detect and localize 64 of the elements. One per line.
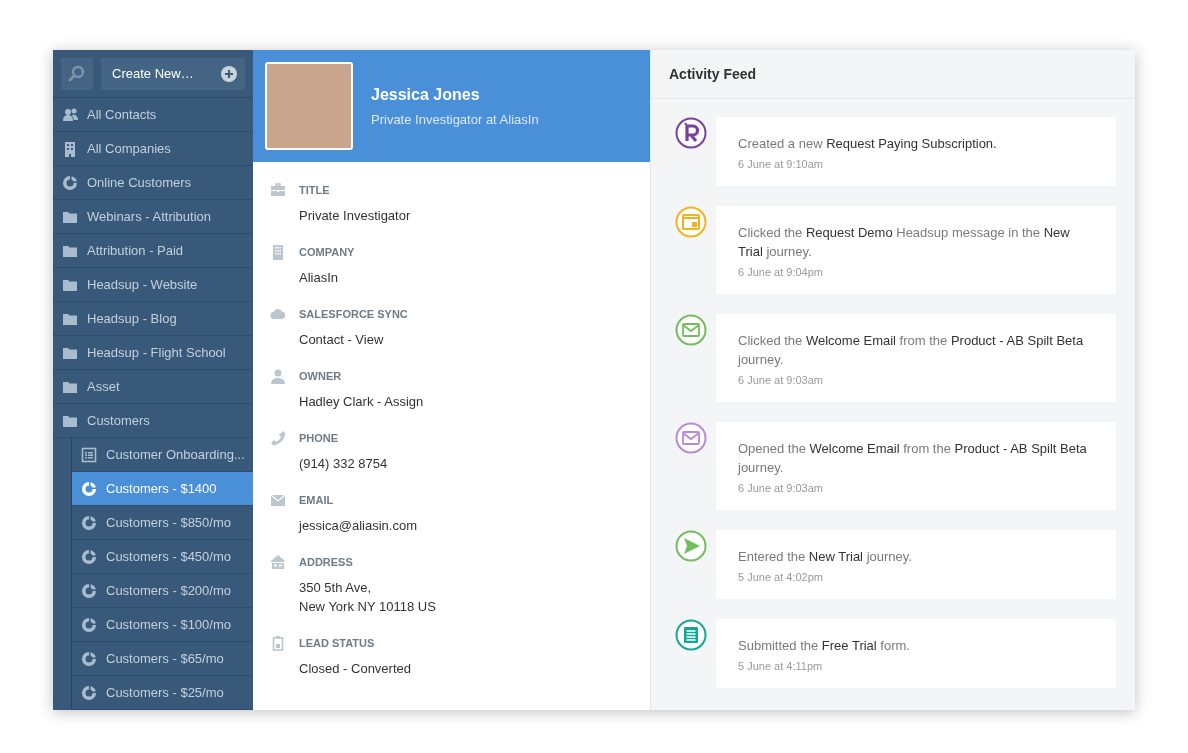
contact-subtitle: Private Investigator at AliasIn (371, 111, 539, 127)
segment-ring-icon (62, 174, 78, 191)
battery-icon (270, 635, 286, 651)
segment-ring-icon (81, 480, 97, 497)
activity-text: Entered the New Trial journey. (738, 548, 913, 566)
activity-time: 5 June at 4:02pm (738, 571, 824, 583)
field-value: (914) 332 8754 (299, 455, 389, 473)
building-icon (62, 140, 78, 157)
field-value: 350 5th Ave, New York NY 10118 US (299, 579, 437, 616)
person-icon (270, 368, 286, 384)
briefcase-icon (270, 182, 286, 198)
activity-text: Created a new Request Paying Subscription. (738, 135, 998, 153)
segment-ring-icon (81, 650, 97, 667)
sidebar-item[interactable]: Headsup - Flight School (53, 336, 253, 370)
search-button[interactable] (61, 57, 93, 90)
activity-text: Clicked the Welcome Email from the Product - AB Spilt Beta journey. (738, 332, 1085, 369)
building-icon (270, 244, 286, 260)
create-new-button[interactable]: Create New… (101, 57, 245, 90)
field-value: jessica@aliasin.com (299, 517, 418, 535)
cloud-icon (270, 306, 286, 322)
activity-time: 6 June at 9:03am (738, 374, 824, 386)
envelope-icon (270, 492, 286, 508)
activity-time: 6 June at 9:04pm (738, 266, 824, 278)
plus-icon (221, 65, 237, 82)
search-icon (68, 64, 86, 83)
field-label: LEAD STATUS (299, 637, 375, 649)
activity-time: 5 June at 4:11pm (738, 660, 824, 672)
field-label: SALESFORCE SYNC (299, 308, 408, 320)
sidebar-item[interactable]: Headsup - Blog (53, 302, 253, 336)
field-value: Contact - View (299, 331, 385, 349)
field-label: ADDRESS (299, 556, 353, 568)
field-label: PHONE (299, 432, 339, 444)
field-label: COMPANY (299, 246, 355, 258)
contact-name: Jessica Jones (371, 85, 481, 104)
activity-text: Opened the Welcome Email from the Product - AB Spilt Beta journey. (738, 440, 1088, 477)
field-label: OWNER (299, 370, 342, 382)
sidebar-item[interactable]: All Companies (53, 132, 253, 166)
field-value: Closed - Converted (299, 660, 412, 678)
segment-ring-icon (81, 514, 97, 531)
segment-ring-icon (81, 548, 97, 565)
sidebar-item[interactable]: Asset (53, 370, 253, 404)
field-label: TITLE (299, 184, 330, 196)
activity-text: Submitted the Free Trial form. (738, 637, 911, 655)
sidebar-item[interactable]: Attribution - Paid (53, 234, 253, 268)
activity-time: 6 June at 9:03am (738, 482, 824, 494)
phone-icon (270, 430, 286, 446)
activity-time: 6 June at 9:10am (738, 158, 824, 170)
field-value: Private Investigator (299, 207, 412, 225)
field-value: Hadley Clark - Assign (299, 393, 425, 411)
segment-ring-icon (81, 616, 97, 633)
house-icon (270, 554, 286, 570)
field-label: EMAIL (299, 494, 334, 506)
sidebar-item[interactable]: Webinars - Attribution (53, 200, 253, 234)
sidebar-item[interactable]: Customers (53, 404, 253, 438)
segment-ring-icon (81, 684, 97, 701)
sidebar-item[interactable]: Customers - $1400 (72, 472, 253, 506)
sidebar-item[interactable]: Headsup - Website (53, 268, 253, 302)
people-icon (62, 106, 78, 123)
feed-title: Activity Feed (669, 66, 757, 82)
field-value: AliasIn (299, 269, 340, 287)
list-icon (81, 446, 97, 463)
segment-ring-icon (81, 582, 97, 599)
sidebar-item[interactable]: All Contacts (53, 98, 253, 132)
activity-text: Clicked the Request Demo Headsup message in the New Trial journey. (738, 224, 1071, 261)
